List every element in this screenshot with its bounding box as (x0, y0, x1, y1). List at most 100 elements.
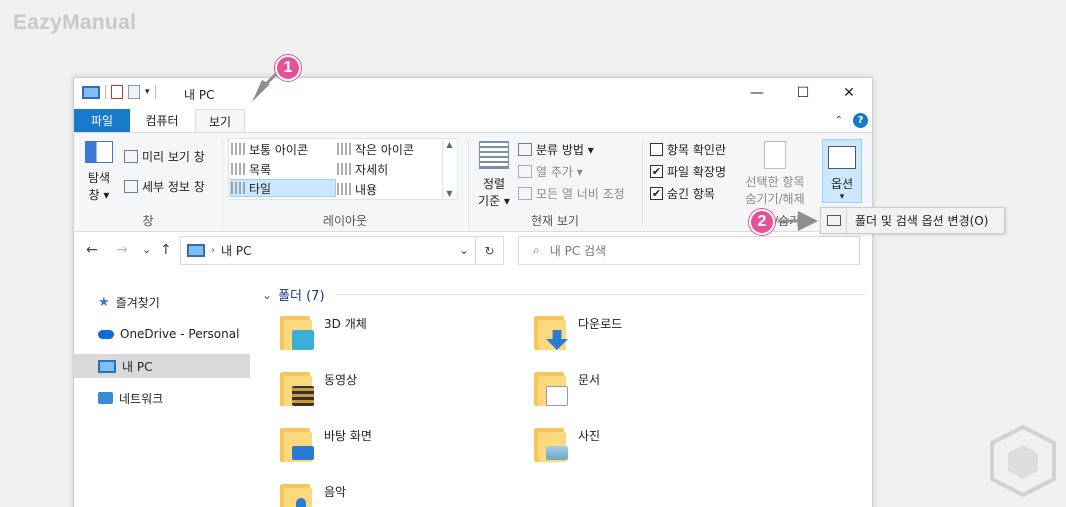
divider (336, 294, 866, 295)
hide-selected-label-1: 선택한 항목 (745, 175, 805, 189)
group-by-button[interactable]: 분류 방법 ▾ (518, 141, 594, 158)
layout-medium-icons-label: 보통 아이콘 (249, 142, 309, 157)
item-checkboxes-toggle[interactable]: 항목 확인란 (650, 141, 726, 158)
collapse-section-icon[interactable]: ⌄ (262, 288, 272, 302)
cloud-icon (98, 329, 114, 339)
pc-icon (187, 244, 205, 257)
brand-logo: EazyManual (13, 11, 137, 34)
navigation-bar: ← → ⌄ ↑ › 내 PC ⌄ ↻ ⌕ 내 PC 검색 (74, 236, 872, 266)
content-pane: ⌄ 폴더 (7) 3D 개체 다운로드 동영상 문서 바탕 화면 사진 음악 (256, 282, 866, 507)
layout-details[interactable]: 자세히 (337, 160, 388, 178)
sort-by-button[interactable]: 정렬 기준 ▾ (474, 139, 514, 208)
network-icon (98, 392, 113, 404)
collapse-ribbon-icon[interactable]: ⌃ (835, 115, 843, 126)
folder-music[interactable]: 음악 (280, 480, 346, 507)
folder-pictures[interactable]: 사진 (534, 424, 600, 464)
tab-file[interactable]: 파일 (74, 109, 130, 132)
title-bar: ▾ 내 PC — ☐ ✕ (74, 78, 872, 108)
layout-content-label: 내용 (355, 182, 378, 197)
layout-group-label: 레이아웃 (322, 214, 368, 228)
customize-toolbar-icon[interactable]: ▾ (145, 87, 150, 97)
minimize-button[interactable]: — (734, 78, 780, 108)
tab-computer[interactable]: 컴퓨터 (132, 109, 192, 132)
folders-section-header[interactable]: ⌄ 폴더 (7) (262, 285, 325, 305)
forward-icon[interactable]: → (116, 242, 128, 258)
folder-name: 사진 (578, 429, 601, 443)
close-button[interactable]: ✕ (826, 78, 872, 108)
options-dropdown-menu[interactable]: 폴더 및 검색 옵션 변경(O) (820, 207, 1005, 234)
breadcrumb-arrow-icon[interactable]: › (211, 245, 215, 256)
search-input[interactable]: 내 PC 검색 (550, 242, 606, 259)
pc-icon (82, 85, 100, 99)
folder-3d-objects[interactable]: 3D 개체 (280, 312, 367, 352)
hidden-items-checkbox[interactable]: ✔ (650, 187, 663, 200)
hide-selected-button[interactable]: 선택한 항목 숨기기/해제 (740, 139, 810, 207)
item-checkboxes-checkbox[interactable] (650, 143, 663, 156)
breadcrumb[interactable]: 내 PC (221, 242, 251, 259)
options-label: 옵션 (830, 177, 854, 191)
properties-icon[interactable] (111, 85, 123, 99)
folder-downloads[interactable]: 다운로드 (534, 312, 622, 352)
divider (105, 85, 106, 99)
step-marker-1: 1 (275, 55, 301, 81)
folder-documents[interactable]: 문서 (534, 368, 600, 408)
layout-list[interactable]: 목록 (231, 160, 271, 178)
scroll-down-icon[interactable]: ▼ (446, 189, 452, 198)
group-by-label: 분류 방법 ▾ (536, 143, 594, 157)
help-icon[interactable]: ? (853, 113, 868, 128)
folder-desktop[interactable]: 바탕 화면 (280, 424, 372, 464)
address-bar[interactable]: › 내 PC ⌄ ↻ (180, 236, 504, 265)
size-columns-icon (518, 187, 532, 200)
address-history-icon[interactable]: ⌄ (459, 243, 469, 257)
options-icon (828, 146, 856, 169)
back-icon[interactable]: ← (86, 242, 98, 258)
hidden-items-toggle[interactable]: ✔ 숨긴 항목 (650, 185, 715, 202)
nav-item-onedrive[interactable]: OneDrive - Personal (74, 322, 250, 346)
options-dropdown-icon: ▾ (839, 192, 845, 202)
new-folder-icon[interactable] (128, 85, 140, 99)
desktop-icon (280, 424, 314, 464)
downloads-icon (534, 312, 568, 352)
add-columns-icon (518, 165, 532, 178)
folder-videos[interactable]: 동영상 (280, 368, 357, 408)
nav-item-label: 내 PC (122, 359, 153, 374)
videos-icon (280, 368, 314, 408)
search-box[interactable]: ⌕ 내 PC 검색 (518, 236, 860, 265)
options-button[interactable]: 옵션 ▾ (822, 139, 862, 203)
refresh-icon[interactable]: ↻ (475, 237, 503, 264)
tab-view[interactable]: 보기 (195, 109, 245, 132)
maximize-button[interactable]: ☐ (780, 78, 826, 108)
hide-selected-icon (764, 141, 786, 169)
star-icon: ★ (98, 294, 110, 310)
folders-section-title: 폴더 (7) (278, 289, 325, 304)
folder-name: 문서 (578, 373, 601, 387)
nav-item-network[interactable]: 네트워크 (74, 386, 250, 410)
small-icons-icon (337, 143, 351, 155)
current-view-group: 정렬 기준 ▾ 분류 방법 ▾ 열 추가 ▾ 모든 열 너비 조정 현재 보기 (470, 133, 640, 231)
recent-locations-icon[interactable]: ⌄ (142, 243, 151, 256)
up-icon[interactable]: ↑ (160, 242, 172, 258)
layout-content[interactable]: 내용 (337, 180, 377, 198)
layout-tiles[interactable]: 타일 (230, 179, 336, 197)
nav-item-this-pc[interactable]: 내 PC (74, 354, 250, 378)
ribbon-tabs: 파일 컴퓨터 보기 (74, 109, 872, 132)
layout-scrollbar[interactable]: ▲ ▼ (442, 138, 456, 200)
folder-name: 다운로드 (578, 317, 623, 331)
nav-item-label: 즐겨찾기 (115, 295, 160, 310)
layout-tiles-label: 타일 (249, 181, 272, 196)
layout-small-icons[interactable]: 작은 아이콘 (337, 140, 414, 158)
navigation-pane: ★ 즐겨찾기 OneDrive - Personal 내 PC 네트워크 (74, 282, 254, 507)
size-all-columns-button[interactable]: 모든 열 너비 조정 (518, 185, 625, 202)
current-view-group-label: 현재 보기 (531, 214, 579, 228)
nav-item-quick-access[interactable]: ★ 즐겨찾기 (74, 290, 250, 314)
change-folder-search-options-item[interactable]: 폴더 및 검색 옵션 변경(O) (855, 212, 988, 229)
file-extensions-toggle[interactable]: ✔ 파일 확장명 (650, 163, 726, 180)
hide-selected-label-2: 숨기기/해제 (745, 192, 805, 206)
add-columns-button[interactable]: 열 추가 ▾ (518, 163, 583, 180)
layout-group: 보통 아이콘 작은 아이콘 목록 자세히 타일 내용 ▲ ▼ 레이아웃 (74, 133, 466, 231)
size-all-columns-label: 모든 열 너비 조정 (536, 187, 625, 201)
layout-medium-icons[interactable]: 보통 아이콘 (231, 140, 308, 158)
file-extensions-checkbox[interactable]: ✔ (650, 165, 663, 178)
file-explorer-window: ▾ 내 PC — ☐ ✕ 파일 컴퓨터 보기 ⌃ ? 탐색 창 ▾ 미리 보기 … (73, 77, 873, 507)
scroll-up-icon[interactable]: ▲ (446, 140, 452, 149)
